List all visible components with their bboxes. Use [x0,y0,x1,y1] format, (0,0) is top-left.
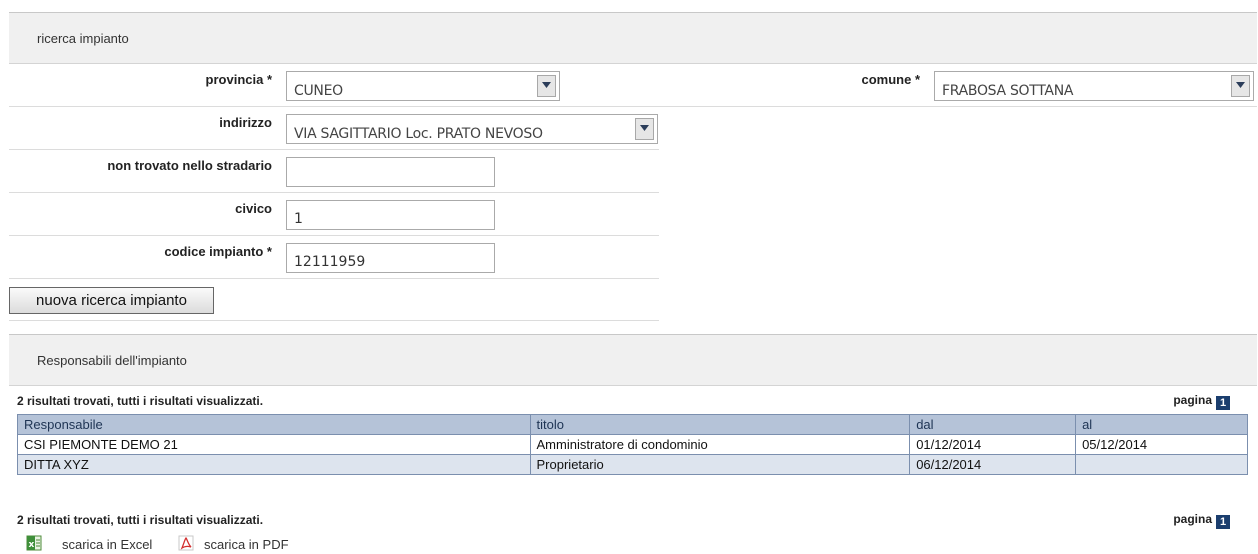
responsabili-table: Responsabile titolo dal al CSI PIEMONTE … [17,414,1248,475]
divider [9,320,659,321]
results-summary: 2 risultati trovati, tutti i risultati v… [17,394,264,408]
column-header[interactable]: al [1075,414,1248,435]
pager-bottom: pagina 1 [1173,512,1230,529]
codice-input[interactable]: 12111959 [286,243,495,273]
provincia-select[interactable]: CUNEO [286,71,560,101]
table-cell: Proprietario [529,454,911,475]
table-cell: CSI PIEMONTE DEMO 21 [17,434,531,455]
indirizzo-label: indirizzo [219,115,272,130]
pager-label: pagina [1173,512,1212,526]
column-header[interactable]: dal [909,414,1077,435]
comune-value: FRABOSA SOTTANA [942,83,1074,99]
divider [9,106,1257,107]
results-summary-bottom: 2 risultati trovati, tutti i risultati v… [17,513,264,527]
page-number[interactable]: 1 [1216,515,1230,529]
divider [9,149,659,150]
table-header-row: Responsabile titolo dal al [17,414,1248,435]
table-row[interactable]: DITTA XYZ Proprietario 06/12/2014 [17,454,1248,475]
civico-value: 1 [294,211,303,227]
excel-download-link[interactable]: scarica in Excel [62,537,152,552]
divider [9,278,659,279]
comune-label: comune * [861,72,920,87]
indirizzo-value: VIA SAGITTARIO Loc. PRATO NEVOSO [294,126,543,142]
table-cell: DITTA XYZ [17,454,531,475]
provincia-label: provincia * [205,72,272,87]
responsabili-panel-title: Responsabili dell'impianto [37,353,187,368]
table-cell [1075,454,1248,475]
table-row[interactable]: CSI PIEMONTE DEMO 21 Amministratore di c… [17,434,1248,455]
codice-value: 12111959 [294,254,366,270]
responsabili-panel-header: Responsabili dell'impianto [9,334,1257,386]
pager-label: pagina [1173,393,1212,407]
divider [9,192,659,193]
table-cell: 05/12/2014 [1075,434,1248,455]
search-panel-title: ricerca impianto [37,31,129,46]
table-cell: 01/12/2014 [909,434,1077,455]
excel-icon[interactable]: x [26,535,42,551]
table-cell: Amministratore di condominio [529,434,911,455]
pager: pagina 1 [1173,393,1230,410]
chevron-down-icon[interactable] [1231,75,1250,97]
svg-text:x: x [29,540,35,550]
indirizzo-select[interactable]: VIA SAGITTARIO Loc. PRATO NEVOSO [286,114,658,144]
column-header[interactable]: Responsabile [17,414,531,435]
pdf-download-link[interactable]: scarica in PDF [204,537,289,552]
pdf-icon[interactable] [178,535,194,551]
non-trovato-input[interactable] [286,157,495,187]
divider [9,235,659,236]
search-panel-header: ricerca impianto [9,12,1257,64]
table-cell: 06/12/2014 [909,454,1077,475]
codice-label: codice impianto * [164,244,272,259]
civico-label: civico [235,201,272,216]
chevron-down-icon[interactable] [635,118,654,140]
column-header[interactable]: titolo [529,414,911,435]
chevron-down-icon[interactable] [537,75,556,97]
civico-input[interactable]: 1 [286,200,495,230]
new-search-button[interactable]: nuova ricerca impianto [9,287,214,314]
page-number[interactable]: 1 [1216,396,1230,410]
provincia-value: CUNEO [294,83,343,99]
non-trovato-label: non trovato nello stradario [107,158,272,173]
comune-select[interactable]: FRABOSA SOTTANA [934,71,1254,101]
